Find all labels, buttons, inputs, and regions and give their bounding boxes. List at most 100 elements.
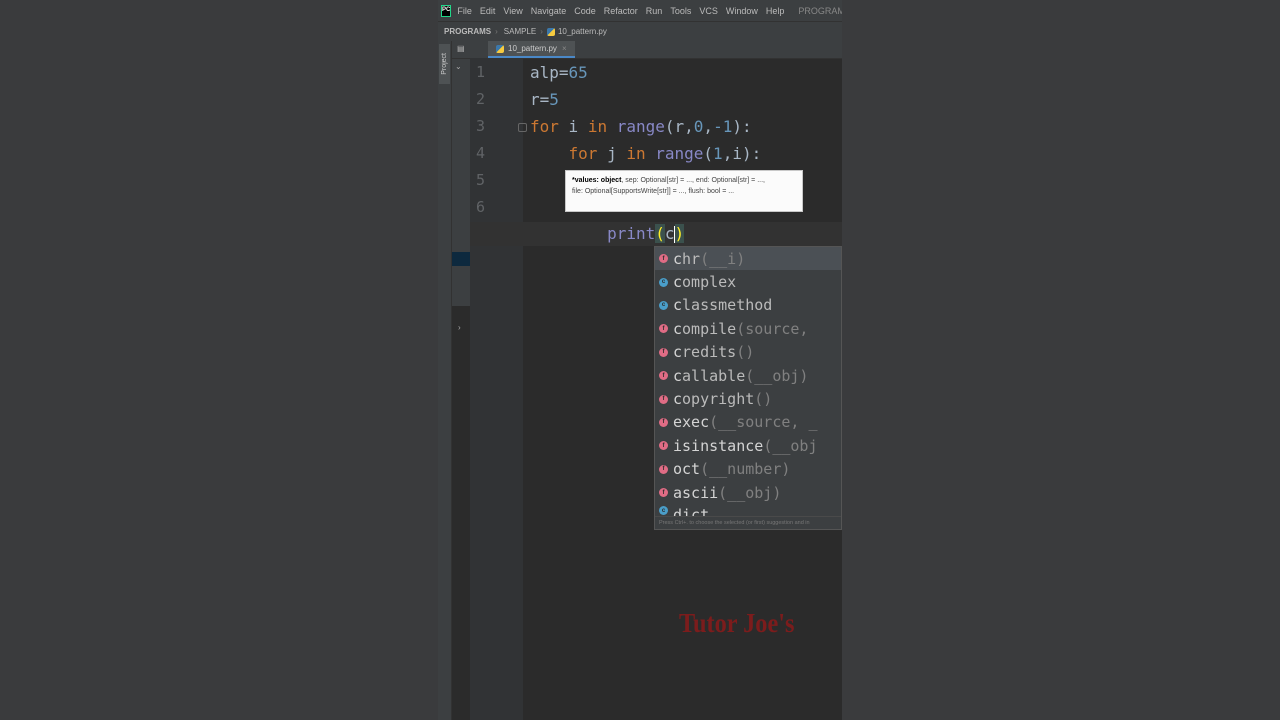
completion-match: oct [673, 460, 701, 479]
breadcrumb: PROGRAMS › SAMPLE › 10_pattern.py [438, 21, 842, 42]
function-icon: f [659, 417, 668, 427]
completion-signature: (__obj) [745, 366, 809, 385]
completion-item[interactable]: f oct (__number) [655, 458, 841, 481]
parameter-info-popup: *values: object, sep: Optional[str] = ..… [565, 170, 803, 212]
completion-signature: () [754, 390, 773, 409]
tab-label: 10_pattern.py [508, 44, 557, 53]
completion-item[interactable]: f isinstance (__obj [655, 434, 841, 457]
param-hint-bold: *values: object [572, 177, 622, 184]
param-hint-line1: , sep: Optional[str] = ..., end: Optiona… [621, 177, 765, 184]
completion-name: omplex [682, 273, 737, 292]
menu-edit[interactable]: Edit [480, 6, 496, 16]
completion-item[interactable]: c c lassmethod [655, 294, 841, 317]
menu-navigate[interactable]: Navigate [531, 6, 567, 16]
completion-name: hr [682, 249, 701, 268]
tab-10-pattern[interactable]: 10_pattern.py × [488, 41, 575, 58]
class-icon: c [659, 300, 668, 310]
menu-vcs[interactable]: VCS [699, 6, 718, 16]
function-icon: f [659, 441, 668, 451]
completion-signature: (__source, _ [709, 413, 818, 432]
breadcrumb-file[interactable]: 10_pattern.py [558, 27, 607, 36]
completion-match: c [673, 343, 683, 362]
menu-bar: PC File Edit View Navigate Code Refactor… [438, 0, 842, 21]
param-hint-line2: file: Optional[SupportsWrite[str]] = ...… [572, 188, 735, 195]
completion-match: isinstance [673, 436, 764, 455]
breadcrumb-separator-icon: › [540, 27, 543, 36]
function-icon: f [659, 371, 668, 381]
close-icon[interactable]: × [562, 44, 567, 53]
tool-window-strip [438, 41, 452, 720]
completion-match: c [673, 273, 683, 292]
completion-match: c [673, 296, 683, 315]
line-number: 5 [476, 171, 486, 189]
completion-item[interactable]: f c opyright() [655, 387, 841, 410]
project-tool-tab[interactable]: Project [439, 44, 450, 84]
collapse-arrow-icon[interactable]: ⌄ [455, 62, 462, 71]
completion-match: ascii [673, 483, 719, 502]
completion-match: exec [673, 413, 710, 432]
project-tab-label: Project [441, 53, 448, 75]
code-line-3: for i in range(r,0,-1): [530, 117, 752, 136]
completion-signature: () [736, 343, 755, 362]
pycharm-logo-icon: PC [441, 4, 452, 17]
line-number: 3 [476, 117, 486, 135]
code-line-7: print(c) [607, 224, 685, 243]
class-icon: c [659, 506, 668, 516]
menu-tools[interactable]: Tools [670, 6, 691, 16]
project-selected-row[interactable] [452, 252, 470, 266]
completion-item[interactable]: f ascii (__obj) [655, 481, 841, 504]
code-line-2: r=5 [530, 90, 559, 109]
completion-match: c [673, 366, 683, 385]
line-number: 1 [476, 63, 486, 81]
completion-popup: f c hr (__i) c c omplex c c lassmethod f c ompile (so… [654, 246, 842, 530]
menu-run[interactable]: Run [646, 6, 663, 16]
breadcrumb-separator-icon: › [495, 27, 498, 36]
breadcrumb-folder[interactable]: SAMPLE [504, 27, 536, 36]
completion-item[interactable]: f c redits() [655, 341, 841, 364]
completion-item[interactable]: f c ompile (source, [655, 317, 841, 340]
code-line-4: for j in range(1,i): [568, 144, 762, 163]
window-title: PROGRAMS - C [798, 5, 842, 16]
function-icon: f [659, 488, 668, 498]
completion-signature: (source, [736, 319, 809, 338]
completion-item[interactable]: f c allable (__obj) [655, 364, 841, 387]
expand-arrow-icon[interactable]: › [458, 323, 461, 332]
line-number: 4 [476, 144, 486, 162]
completion-signature: (__obj [763, 436, 818, 455]
editor-tab-bar: ▤ 10_pattern.py × [452, 41, 842, 59]
function-icon: f [659, 324, 668, 334]
menu-window[interactable]: Window [726, 6, 758, 16]
python-file-icon [546, 27, 555, 36]
breadcrumb-project[interactable]: PROGRAMS [444, 27, 491, 36]
menu-file[interactable]: File [457, 6, 472, 16]
completion-signature: (__i) [700, 249, 746, 268]
completion-signature: (__number) [700, 460, 791, 479]
structure-icon[interactable]: ▤ [457, 44, 465, 53]
completion-name: redits [682, 343, 737, 362]
right-blur-background [842, 0, 1280, 720]
fold-marker-icon[interactable] [518, 123, 527, 132]
code-line-1: alp=65 [530, 63, 588, 82]
completion-match: c [673, 390, 683, 409]
watermark-text: Tutor Joe's [679, 608, 795, 638]
menu-help[interactable]: Help [766, 6, 785, 16]
line-number: 6 [476, 198, 486, 216]
function-icon: f [659, 347, 668, 357]
completion-list: f c hr (__i) c c omplex c c lassmethod f c ompile (so… [655, 247, 841, 522]
line-number-gutter: 1 2 3 4 5 6 7 [470, 58, 523, 720]
completion-match: c [673, 249, 683, 268]
menu-view[interactable]: View [503, 6, 522, 16]
completion-name: allable [682, 366, 746, 385]
function-icon: f [659, 254, 668, 264]
completion-item[interactable]: c c omplex [655, 270, 841, 293]
menu-refactor[interactable]: Refactor [604, 6, 638, 16]
menu-code[interactable]: Code [574, 6, 596, 16]
completion-footer: Press Ctrl+. to choose the selected (or … [655, 516, 841, 529]
left-blur-background [0, 0, 438, 720]
completion-name: ompile [682, 319, 737, 338]
completion-item[interactable]: f c hr (__i) [655, 247, 841, 271]
completion-name: lassmethod [682, 296, 773, 315]
ide-window: PC File Edit View Navigate Code Refactor… [438, 0, 842, 720]
function-icon: f [659, 464, 668, 474]
completion-item[interactable]: f exec (__source, _ [655, 411, 841, 434]
